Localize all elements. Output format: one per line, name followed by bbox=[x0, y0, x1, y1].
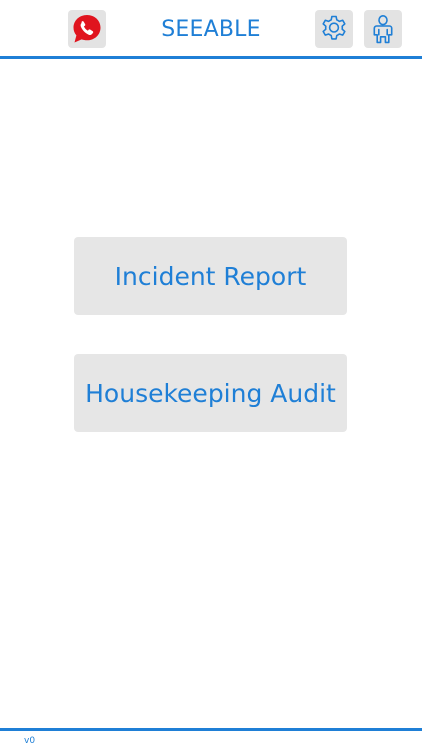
housekeeping-audit-button[interactable]: Housekeeping Audit bbox=[74, 354, 347, 432]
app-footer bbox=[0, 731, 422, 750]
settings-button[interactable] bbox=[315, 10, 353, 48]
version-label: v0 bbox=[24, 736, 36, 746]
user-icon bbox=[373, 14, 393, 44]
incident-report-button[interactable]: Incident Report bbox=[74, 237, 347, 315]
gear-icon bbox=[322, 15, 346, 40]
app-header: SEEABLE bbox=[0, 0, 422, 56]
profile-button[interactable] bbox=[364, 10, 402, 48]
app-title: SEEABLE bbox=[161, 17, 261, 42]
call-button[interactable] bbox=[68, 10, 106, 48]
phone-icon bbox=[73, 15, 101, 43]
header-divider bbox=[0, 56, 422, 59]
